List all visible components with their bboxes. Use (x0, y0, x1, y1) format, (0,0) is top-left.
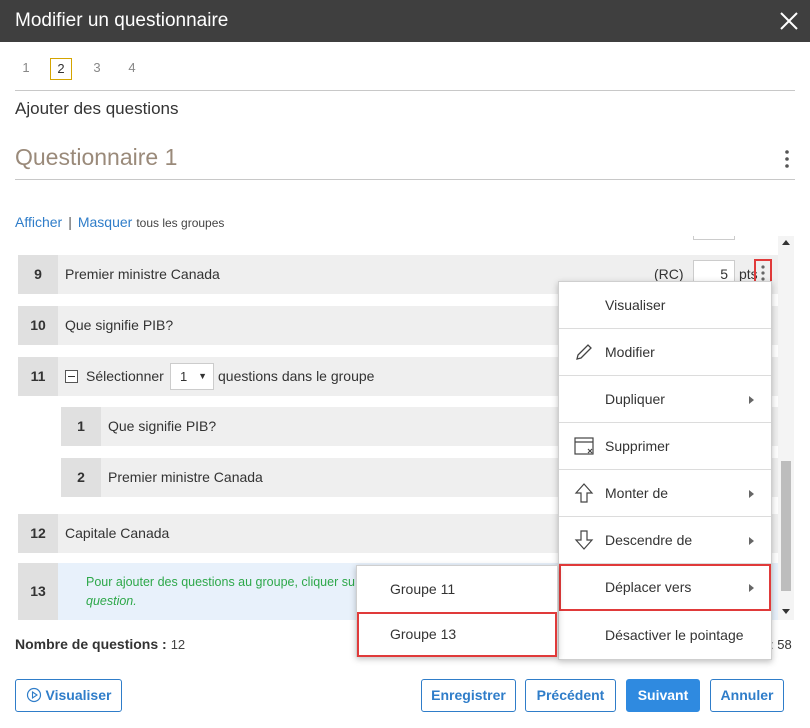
question-text: Premier ministre Canada (65, 266, 220, 282)
menu-item-label: Visualiser (605, 297, 666, 313)
points-input-partial[interactable] (693, 236, 735, 240)
move-to-submenu: Groupe 11 Groupe 13 (356, 565, 558, 657)
step-3[interactable]: 3 (86, 58, 108, 80)
save-button[interactable]: Enregistrer (421, 679, 516, 712)
menu-item-delete[interactable]: Supprimer (559, 423, 771, 470)
question-count: Nombre de questions :12 (15, 636, 185, 652)
menu-item-move-up[interactable]: Monter de (559, 470, 771, 517)
submenu-item-group-11[interactable]: Groupe 11 (357, 567, 557, 612)
menu-item-preview[interactable]: Visualiser (559, 282, 771, 329)
preview-button-label: Visualiser (45, 687, 112, 703)
menu-item-disable-scoring[interactable]: Désactiver le pointage (559, 612, 771, 659)
close-icon[interactable] (776, 8, 802, 34)
next-button[interactable]: Suivant (626, 679, 700, 712)
menu-item-edit[interactable]: Modifier (559, 329, 771, 376)
question-count-label: Nombre de questions : (15, 636, 167, 652)
chevron-right-icon (749, 396, 754, 404)
row-context-menu: Visualiser Modifier Dupliquer Supprimer … (558, 281, 772, 660)
questionnaire-more-icon[interactable] (780, 149, 794, 169)
menu-item-move-to[interactable]: Déplacer vers (559, 564, 771, 611)
arrow-down-icon (574, 530, 594, 550)
list-scrollbar[interactable] (778, 236, 794, 620)
collapse-group-icon[interactable] (65, 370, 78, 383)
delete-window-icon (574, 437, 594, 455)
menu-item-label: Modifier (605, 344, 655, 360)
hide-all-groups-link[interactable]: Masquer (78, 214, 132, 230)
menu-item-move-down[interactable]: Descendre de (559, 517, 771, 564)
menu-item-label: Désactiver le pointage (605, 627, 744, 643)
step-2[interactable]: 2 (50, 58, 72, 80)
group-toggle: Afficher | Masquer tous les groupes (15, 214, 224, 230)
group-count-select[interactable]: 1 ▼ (170, 363, 214, 390)
select-value: 1 (180, 369, 188, 384)
menu-item-duplicate[interactable]: Dupliquer (559, 376, 771, 423)
select-label: Sélectionner (86, 368, 164, 384)
divider (15, 179, 795, 180)
menu-item-label: Supprimer (605, 438, 670, 454)
chevron-right-icon (749, 584, 754, 592)
group-toggle-suffix: tous les groupes (136, 216, 225, 230)
question-number: 2 (61, 458, 101, 497)
step-1[interactable]: 1 (15, 58, 37, 80)
divider (15, 90, 795, 91)
menu-item-label: Descendre de (605, 532, 693, 548)
arrow-up-icon (574, 483, 594, 503)
dialog-title: Modifier un questionnaire (15, 10, 229, 31)
play-circle-icon (26, 688, 41, 703)
preview-button[interactable]: Visualiser (15, 679, 122, 712)
step-4[interactable]: 4 (121, 58, 143, 80)
question-text: Capitale Canada (65, 525, 170, 541)
show-all-groups-link[interactable]: Afficher (15, 214, 62, 230)
cancel-button[interactable]: Annuler (710, 679, 784, 712)
caret-down-icon: ▼ (198, 371, 207, 381)
scroll-thumb[interactable] (781, 461, 791, 591)
question-number: 12 (18, 514, 58, 553)
menu-item-label: Dupliquer (605, 391, 665, 407)
group-hint-text: Pour ajouter des questions au groupe, cl… (86, 575, 355, 589)
questionnaire-name: Questionnaire 1 (15, 144, 178, 170)
submenu-item-label: Groupe 13 (390, 626, 457, 642)
submenu-item-label: Groupe 11 (390, 581, 456, 597)
separator: | (68, 214, 72, 230)
menu-item-label: Déplacer vers (605, 579, 692, 595)
menu-item-label: Monter de (605, 485, 669, 501)
group-hint-link[interactable]: question. (86, 594, 137, 608)
section-title: Ajouter des questions (15, 99, 179, 118)
submenu-item-group-13[interactable]: Groupe 13 (357, 612, 557, 657)
question-number: 1 (61, 407, 101, 446)
question-number: 10 (18, 306, 58, 345)
dialog-titlebar: Modifier un questionnaire (0, 0, 810, 42)
question-count-value: 12 (170, 637, 186, 652)
question-number: 13 (18, 563, 58, 620)
pencil-icon (576, 344, 592, 360)
question-text: Que signifie PIB? (108, 418, 217, 434)
question-text: Premier ministre Canada (108, 469, 263, 485)
chevron-right-icon (749, 537, 754, 545)
chevron-right-icon (749, 490, 754, 498)
question-number: 11 (18, 357, 58, 396)
time-value: : 58 (770, 637, 792, 652)
question-text: Que signifie PIB? (65, 317, 174, 333)
scroll-down-icon[interactable] (782, 609, 790, 614)
previous-button[interactable]: Précédent (525, 679, 616, 712)
question-number: 9 (18, 255, 58, 294)
select-suffix: questions dans le groupe (218, 368, 375, 384)
scroll-up-icon[interactable] (782, 240, 790, 245)
